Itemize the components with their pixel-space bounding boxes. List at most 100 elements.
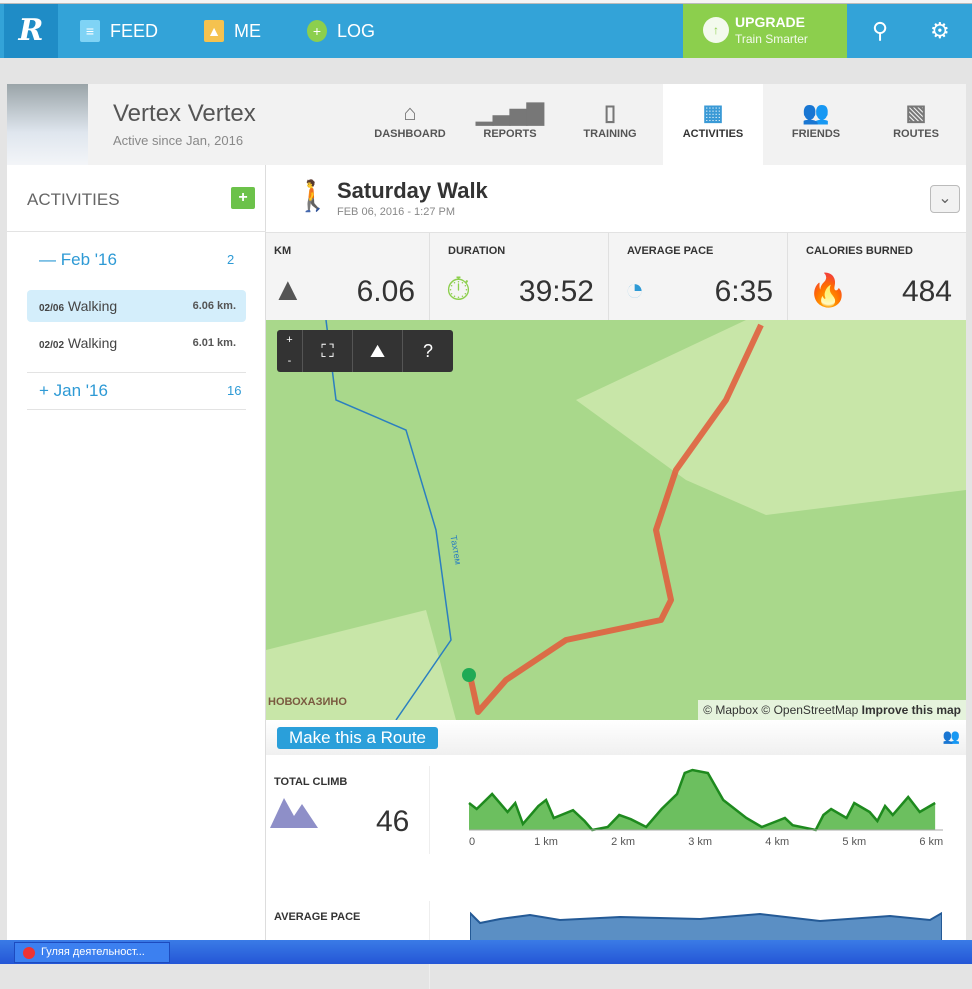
x-tick-label: 2 km — [611, 836, 635, 848]
stat-value: 6:35 — [714, 275, 773, 308]
improve-map-link[interactable]: Improve this map — [862, 703, 961, 717]
stat-value: 484 — [901, 275, 952, 308]
flame-icon: 🔥 — [808, 272, 848, 308]
nav-feed[interactable]: ≡ FEED — [80, 4, 158, 58]
upgrade-button[interactable]: ↑ UPGRADE Train Smarter — [683, 4, 847, 58]
zoom-in-button[interactable]: + — [286, 334, 292, 346]
terrain-button[interactable]: ⛰ — [353, 330, 403, 372]
stopwatch-icon: ⏱ — [446, 271, 471, 307]
tab-routes[interactable]: ▧ ROUTES — [866, 84, 966, 165]
clipboard-icon: ▯ — [603, 100, 617, 125]
help-button[interactable]: ? — [403, 330, 453, 372]
stat-calories: CALORIES BURNED 🔥 484 — [788, 233, 966, 321]
sidebar-title: ACTIVITIES — [27, 190, 120, 209]
profile-header: Vertex Vertex Active since Jan, 2016 ⌂ DA… — [7, 84, 966, 165]
stat-label: AVERAGE PACE — [627, 245, 714, 257]
pace-section: AVERAGE PACE — [266, 895, 966, 989]
tab-dashboard[interactable]: ⌂ DASHBOARD — [360, 84, 460, 165]
activity-item[interactable]: 02/06 Walking 6.06 km. — [27, 290, 246, 322]
taskbar: Гуляя деятельност... — [0, 940, 972, 964]
stat-value: 39:52 — [518, 275, 594, 308]
stat-label: DURATION — [448, 245, 506, 257]
zoom-controls: + - — [277, 330, 303, 372]
add-activity-button[interactable]: + — [231, 187, 255, 209]
friends-icon: 👥 — [802, 100, 830, 125]
make-route-button[interactable]: Make this a Route — [277, 727, 439, 749]
map-layer — [266, 320, 966, 720]
month-label: Feb '16 — [60, 250, 117, 269]
feed-icon: ≡ — [80, 20, 100, 42]
activity-date: 02/02 — [39, 340, 65, 351]
x-tick-label: 3 km — [688, 836, 712, 848]
calendar-icon: ▦ — [702, 100, 724, 125]
stats-row: KM ▲ 6.06 DURATION ⏱ 39:52 AVERAGE PACE ◔ 6:35… — [266, 232, 966, 321]
start-marker[interactable] — [462, 668, 476, 682]
divider — [7, 231, 266, 232]
tab-friends[interactable]: 👥 FRIENDS — [766, 84, 866, 165]
activity-title: Saturday Walk — [337, 178, 488, 203]
activity-type: Walking — [67, 298, 118, 314]
month-count: 2 — [227, 252, 235, 267]
nav-me-label: ME — [234, 20, 261, 41]
month-jan[interactable]: + Jan '16 16 — [39, 381, 241, 401]
route-map[interactable]: НОВОХАЗИНО Тахтем + - ⛶ ⛰ ? © Mapbox © Op… — [266, 320, 966, 720]
tab-label: DASHBOARD — [374, 128, 446, 140]
activity-detail: 🚶 Saturday Walk FEB 06, 2016 - 1:27 PM ⌄… — [266, 165, 966, 989]
activity-type: Walking — [67, 335, 118, 351]
profile-name: Vertex Vertex — [113, 100, 256, 127]
activity-dist: 6.06 km. — [192, 300, 236, 312]
home-icon: ⌂ — [403, 100, 417, 125]
tab-label: TRAINING — [583, 128, 637, 140]
map-controls: + - ⛶ ⛰ ? — [277, 330, 453, 372]
clearing — [576, 320, 966, 515]
place-label: НОВОХАЗИНО — [268, 696, 347, 708]
month-feb[interactable]: — Feb '16 2 — [39, 250, 234, 270]
fullscreen-button[interactable]: ⛶ — [303, 330, 353, 372]
divider — [429, 766, 430, 854]
stat-duration: DURATION ⏱ 39:52 — [430, 233, 609, 321]
elevation-area — [469, 770, 936, 830]
divider — [27, 372, 246, 373]
tab-label: FRIENDS — [791, 128, 841, 140]
attribution-text[interactable]: © Mapbox © OpenStreetMap — [703, 703, 858, 717]
speedometer-icon: ◔ — [625, 271, 645, 307]
activity-item[interactable]: 02/02 Walking 6.01 km. — [27, 327, 246, 359]
zoom-out-button[interactable]: - — [288, 355, 292, 367]
avatar[interactable] — [7, 84, 88, 165]
logo[interactable]: R — [4, 4, 58, 58]
nav-log[interactable]: + LOG — [307, 4, 375, 58]
tab-activities[interactable]: ▦ ACTIVITIES — [663, 84, 763, 165]
stat-label: KM — [274, 245, 292, 257]
expand-icon: + — [39, 381, 49, 400]
top-nav: R ≡ FEED ▲ ME + LOG ↑ UPGRADE Train Smarter ⚲… — [0, 4, 972, 66]
upgrade-sub: Train Smarter — [735, 32, 808, 46]
gear-icon[interactable]: ⚙ — [930, 18, 950, 44]
month-count: 16 — [227, 383, 242, 398]
climb-label: TOTAL CLIMB — [274, 776, 348, 788]
search-icon[interactable]: ⚲ — [872, 18, 888, 44]
tab-training[interactable]: ▯ TRAINING — [560, 84, 660, 165]
elevation-chart: 0 1 km 2 km 3 km 4 km 5 km 6 km — [468, 768, 943, 848]
mountain-icon — [270, 798, 318, 828]
map-attribution: © Mapbox © OpenStreetMap Improve this ma… — [698, 700, 966, 720]
stat-label: CALORIES BURNED — [806, 245, 913, 257]
nav-log-label: LOG — [337, 20, 376, 41]
plus-icon: + — [307, 20, 327, 42]
group-icon[interactable]: 👥 — [943, 728, 960, 745]
climb-value: 46 — [376, 805, 410, 838]
activity-date: 02/06 — [39, 303, 65, 314]
tab-label: REPORTS — [483, 128, 537, 140]
nav-feed-label: FEED — [110, 20, 159, 41]
x-tick-label: 6 km — [919, 836, 943, 848]
taskbar-window[interactable]: Гуляя деятельност... — [14, 942, 170, 963]
tab-reports[interactable]: ▁▃▅▇ REPORTS — [460, 84, 560, 165]
road-icon: ▲ — [272, 271, 304, 307]
user-icon: ▲ — [204, 20, 224, 42]
active-caret — [229, 50, 245, 66]
upgrade-title: UPGRADE — [735, 14, 806, 30]
stat-value: 6.06 — [356, 275, 415, 308]
tab-label: ROUTES — [893, 128, 939, 140]
activity-menu-dropdown[interactable]: ⌄ — [930, 185, 960, 213]
x-tick-label: 4 km — [765, 836, 789, 848]
profile-since: Active since Jan, 2016 — [113, 133, 244, 148]
